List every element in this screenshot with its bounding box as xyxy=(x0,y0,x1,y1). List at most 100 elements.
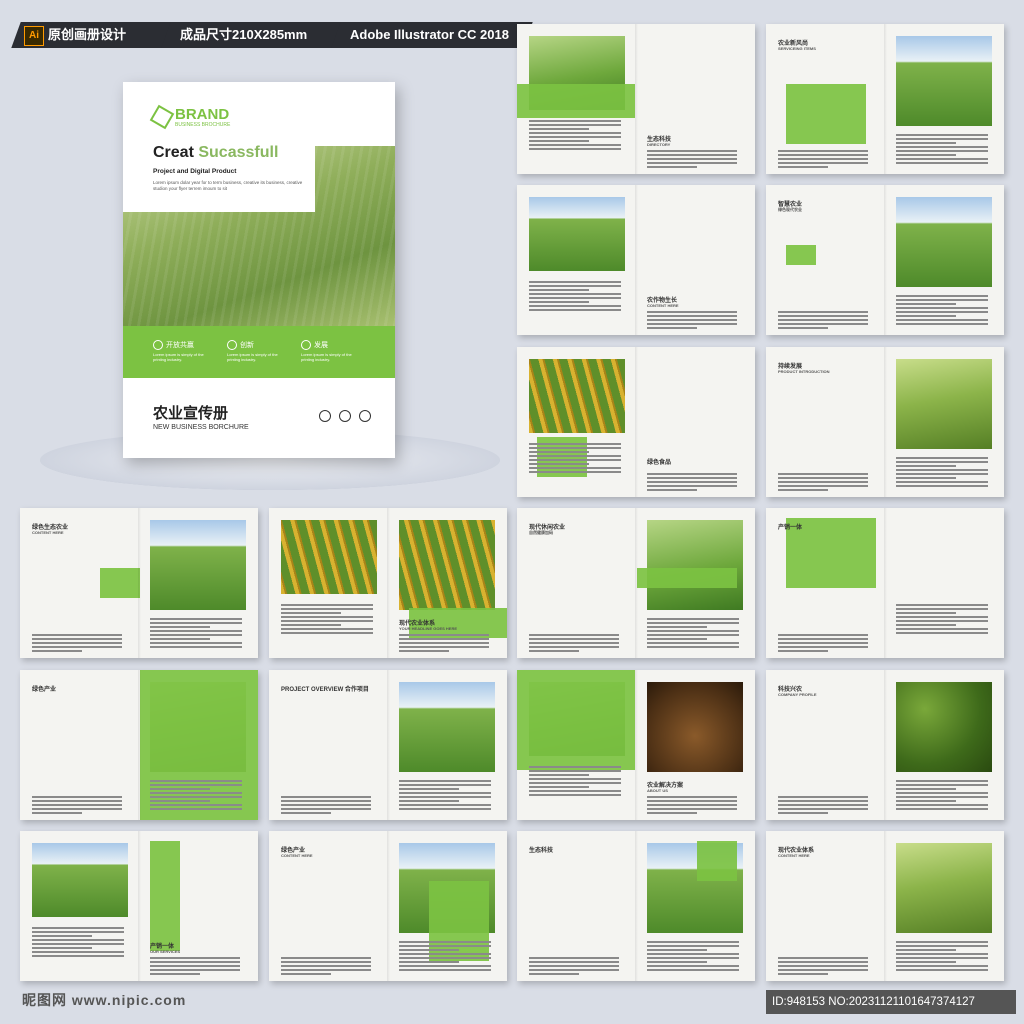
text-line xyxy=(399,941,491,943)
spread-photo xyxy=(896,197,992,287)
feature-icon xyxy=(227,340,237,351)
text-line xyxy=(647,311,737,313)
spread-photo xyxy=(896,843,992,933)
spread-green-panel xyxy=(697,841,737,881)
spread-subtitle: CONTENT HERE xyxy=(647,303,679,308)
text-line xyxy=(896,295,988,297)
text-line xyxy=(778,650,828,652)
text-line xyxy=(896,804,988,806)
text-line xyxy=(778,957,868,959)
text-line xyxy=(150,626,210,628)
spread-photo xyxy=(32,843,128,917)
text-line xyxy=(896,461,988,463)
feature-3: 发展 Lorem ipsum is simply of the printing … xyxy=(301,340,352,363)
text-line xyxy=(529,782,621,784)
text-line xyxy=(896,628,988,630)
text-line xyxy=(281,812,331,814)
text-line xyxy=(529,128,589,130)
text-line xyxy=(281,796,371,798)
text-line xyxy=(778,323,868,325)
text-line xyxy=(399,961,459,963)
text-line xyxy=(281,632,373,634)
text-line xyxy=(778,473,868,475)
text-line xyxy=(647,626,707,628)
cover-subhead: Project and Digital Product xyxy=(153,168,237,175)
text-line xyxy=(529,144,621,146)
text-line xyxy=(399,945,491,947)
text-line xyxy=(778,477,868,479)
text-line xyxy=(150,622,242,624)
spread-green-panel xyxy=(100,568,140,598)
text-line xyxy=(896,307,988,309)
text-line xyxy=(778,973,828,975)
text-line xyxy=(281,624,341,626)
text-line xyxy=(281,808,371,810)
text-line xyxy=(896,146,988,148)
text-line xyxy=(896,299,988,301)
text-line xyxy=(647,638,707,640)
text-line xyxy=(778,808,868,810)
text-line xyxy=(281,608,373,610)
text-line xyxy=(896,608,988,610)
text-line xyxy=(778,796,868,798)
text-line xyxy=(150,800,210,802)
text-line xyxy=(896,941,988,943)
spread-photo xyxy=(529,197,625,271)
text-line xyxy=(281,628,373,630)
text-line xyxy=(529,786,589,788)
text-line xyxy=(896,477,956,479)
text-line xyxy=(529,634,619,636)
spread-subtitle: 绿色现代农业 xyxy=(778,207,802,212)
text-line xyxy=(32,800,122,802)
brand-name: BRAND xyxy=(175,106,230,123)
text-line xyxy=(32,939,124,941)
text-line xyxy=(896,796,988,798)
text-line xyxy=(399,792,491,794)
text-line xyxy=(778,812,828,814)
spread-photo xyxy=(281,520,377,594)
text-line xyxy=(399,780,491,782)
spread-photo xyxy=(647,520,743,610)
text-line xyxy=(896,788,956,790)
text-line xyxy=(647,473,737,475)
text-line xyxy=(778,634,868,636)
spread-subtitle: YOUR HEADLINE GOES HERE xyxy=(399,626,458,631)
text-line xyxy=(150,796,242,798)
brochure-cover: BRAND BUSINESS BROCHURE Creat Sucassfull… xyxy=(123,82,395,458)
text-line xyxy=(647,642,739,644)
text-line xyxy=(778,315,868,317)
brochure-spread: 生态科技 xyxy=(517,831,755,981)
text-line xyxy=(150,973,200,975)
brochure-spread: 绿色产业 CONTENT HERE xyxy=(269,831,507,981)
spread-green-panel xyxy=(150,841,180,951)
text-line xyxy=(647,634,739,636)
brochure-spread: 科技兴农 COMPANY PROFILE xyxy=(766,670,1004,820)
text-line xyxy=(529,289,589,291)
illustrator-icon: Ai xyxy=(24,26,44,46)
text-line xyxy=(529,969,619,971)
text-line xyxy=(896,485,988,487)
text-line xyxy=(150,642,242,644)
text-line xyxy=(647,323,737,325)
text-line xyxy=(778,638,868,640)
text-line xyxy=(896,612,956,614)
text-line xyxy=(896,319,988,321)
brochure-spread: 产销一体 OUR SERVICES xyxy=(20,831,258,981)
text-line xyxy=(281,969,371,971)
text-line xyxy=(647,808,737,810)
text-line xyxy=(896,323,988,325)
cover-title-en: NEW BUSINESS BORCHURE xyxy=(153,424,249,431)
text-line xyxy=(32,812,82,814)
brochure-spread: 绿色生态农业 CONTENT HERE xyxy=(20,508,258,658)
spread-photo xyxy=(529,359,625,433)
text-line xyxy=(647,158,737,160)
spread-title: 产销一体 xyxy=(778,525,803,531)
text-line xyxy=(896,949,956,951)
spread-subtitle: COMPANY PROFILE xyxy=(778,692,817,697)
text-line xyxy=(896,311,988,313)
watermark-site: 昵图网 www.nipic.com xyxy=(22,992,187,1008)
spread-title: PROJECT OVERVIEW 合作项目 xyxy=(281,687,369,693)
text-line xyxy=(778,489,828,491)
text-line xyxy=(896,473,988,475)
text-line xyxy=(896,150,988,152)
